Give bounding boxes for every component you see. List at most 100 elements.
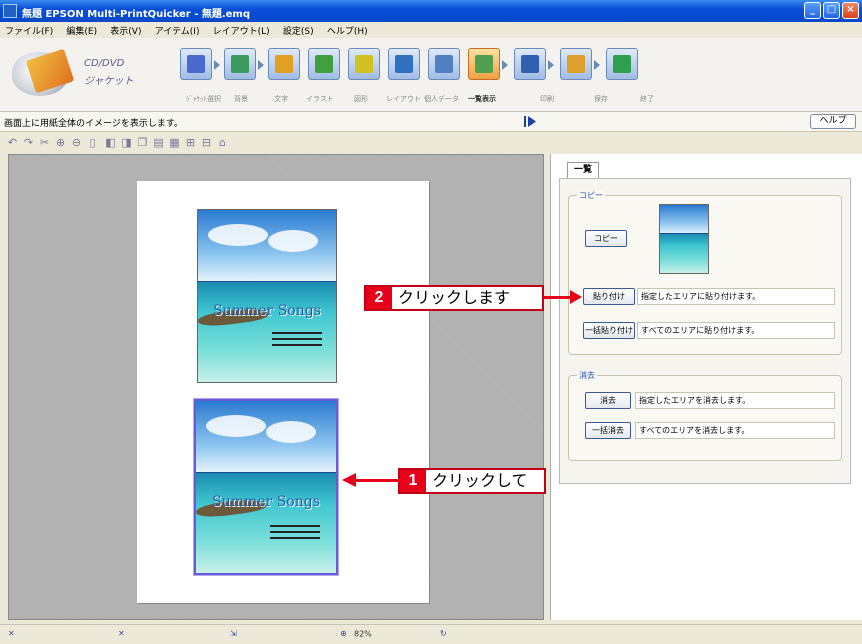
menu-edit[interactable]: 編集(E) [61, 22, 102, 37]
info-bar: 画面上に用紙全体のイメージを表示します。 ヘルプ [0, 112, 862, 132]
folder-icon [567, 55, 585, 73]
copy-button[interactable]: コピー [585, 230, 627, 247]
menu-layout[interactable]: レイアウト(L) [208, 22, 275, 37]
zoom-in-icon[interactable]: ⊕ [54, 136, 67, 149]
panel-content: コピー コピー 貼り付け 指定したエリアに貼り付けます。 一括貼り付け すべての… [559, 178, 851, 484]
main-toolbar: CD/DVD ジャケット ｼﾞｬｹｯﾄ選択 背景 文字 イラスト 図形 レイアウ… [0, 38, 862, 112]
close-button[interactable]: × [842, 2, 859, 19]
status-bar: ✕ ✕ ⇲ ⊕ 82% ↻ [0, 624, 862, 644]
save-tool[interactable] [560, 48, 592, 80]
text-line [272, 332, 322, 334]
callout-1-arrow-line [354, 479, 400, 482]
cloud-shape [266, 421, 316, 443]
cut-icon[interactable]: ✂ [38, 136, 51, 149]
tool-label-background: 背景 [234, 95, 248, 103]
illustration-tool[interactable] [308, 48, 340, 80]
bring-front-icon[interactable]: ◧ [104, 136, 117, 149]
tool-label-layout: レイアウト [386, 95, 421, 103]
angle-status: ↻ [440, 629, 454, 639]
tool-label-shape: 図形 [354, 95, 368, 103]
jacket-sky [198, 210, 336, 283]
send-back-icon[interactable]: ◨ [120, 136, 133, 149]
delete-icon[interactable]: ▯ [86, 136, 99, 149]
erase-description: 指定したエリアを消去します。 [635, 392, 835, 409]
print-tool[interactable] [514, 48, 546, 80]
paste-description: 指定したエリアに貼り付けます。 [637, 288, 835, 305]
door-icon [613, 55, 631, 73]
callout-2-number: 2 [366, 287, 392, 309]
paste-button[interactable]: 貼り付け [583, 288, 635, 305]
window-title: 無題 EPSON Multi-PrintQuicker - 無題.emq [22, 9, 250, 20]
jacket-select-tool[interactable] [180, 48, 212, 80]
pointer-icon: ✕ [8, 629, 15, 638]
paste-all-button[interactable]: 一括貼り付け [583, 322, 635, 339]
erase-button[interactable]: 消去 [585, 392, 631, 409]
shape-icon [355, 55, 373, 73]
jacket-title: Summer Songs [212, 493, 320, 510]
zoom-status: ⊕ 82% [340, 629, 372, 639]
arrow-icon [214, 60, 220, 70]
redo-icon[interactable]: ↷ [22, 136, 35, 149]
layout-tool[interactable] [388, 48, 420, 80]
grid-toggle-icon[interactable]: ⊟ [200, 136, 213, 149]
tool-label-illustration: イラスト [306, 95, 334, 103]
copy-preview-thumbnail [659, 204, 709, 274]
preview-sky [660, 205, 708, 234]
erase-all-button[interactable]: 一括消去 [585, 422, 631, 439]
maximize-button[interactable]: □ [823, 2, 840, 19]
landscape-icon [231, 55, 249, 73]
personal-data-tool[interactable] [428, 48, 460, 80]
jacket-area-bottom[interactable]: Summer Songs [193, 398, 339, 576]
text-tool[interactable] [268, 48, 300, 80]
callout-step-1: 1 クリックして [398, 468, 546, 494]
tool-label-personal: 個人データ [424, 95, 459, 103]
tool-label-list: 一覧表示 [468, 95, 496, 103]
edit-toolbar: ↶ ↷ ✂ ⊕ ⊖ ▯ ◧ ◨ ❐ ▤ ▦ ⊞ ⊟ ⌂ [0, 132, 862, 154]
background-tool[interactable] [224, 48, 256, 80]
canvas-area[interactable]: Summer Songs Summer Songs [8, 154, 544, 620]
tool-label-print: 印刷 [540, 95, 554, 103]
text-line [270, 531, 320, 533]
paste-all-description: すべてのエリアに貼り付けます。 [637, 322, 835, 339]
title-bar: 無題 EPSON Multi-PrintQuicker - 無題.emq _ □… [0, 0, 862, 22]
brand-line1: CD/DVD [84, 58, 125, 69]
jacket-sea [196, 473, 336, 573]
minimize-button[interactable]: _ [804, 2, 821, 19]
paste-icon[interactable]: ▤ [152, 136, 165, 149]
callout-step-2: 2 クリックします [364, 285, 544, 311]
grid-icon [475, 55, 493, 73]
menu-view[interactable]: 表示(V) [105, 22, 146, 37]
undo-icon[interactable]: ↶ [6, 136, 19, 149]
brand-line2: ジャケット [84, 76, 134, 87]
erase-group-title: 消去 [577, 370, 597, 381]
zoom-out-icon[interactable]: ⊖ [70, 136, 83, 149]
position-status: ✕ [118, 629, 132, 639]
align-icon[interactable]: ⊞ [184, 136, 197, 149]
zoom-value: 82% [354, 629, 372, 639]
print-preview-icon[interactable]: ▦ [168, 136, 181, 149]
text-line [270, 537, 320, 539]
play-icon[interactable] [524, 116, 536, 127]
copy-icon[interactable]: ❐ [136, 136, 149, 149]
jacket-title: Summer Songs [213, 302, 321, 319]
tab-list[interactable]: 一覧 [567, 162, 599, 178]
menu-settings[interactable]: 設定(S) [278, 22, 319, 37]
arrow-icon [502, 60, 508, 70]
callout-2-arrow-line [544, 296, 572, 299]
menu-item[interactable]: アイテム(I) [150, 22, 205, 37]
tool-label-save: 保存 [594, 95, 608, 103]
menu-file[interactable]: ファイル(F) [0, 22, 58, 37]
properties-icon[interactable]: ⌂ [216, 136, 229, 149]
list-view-tool[interactable] [468, 48, 500, 80]
menu-help[interactable]: ヘルプ(H) [322, 22, 373, 37]
help-button[interactable]: ヘルプ [810, 114, 856, 129]
printer-icon [521, 55, 539, 73]
jacket-area-top[interactable]: Summer Songs [197, 209, 337, 383]
size-status: ⇲ [230, 629, 244, 639]
callout-1-arrow-head [342, 473, 356, 487]
exit-tool[interactable] [606, 48, 638, 80]
zoom-icon: ⊕ [340, 629, 347, 638]
app-icon [3, 4, 17, 18]
erase-all-description: すべてのエリアを消去します。 [635, 422, 835, 439]
shape-tool[interactable] [348, 48, 380, 80]
